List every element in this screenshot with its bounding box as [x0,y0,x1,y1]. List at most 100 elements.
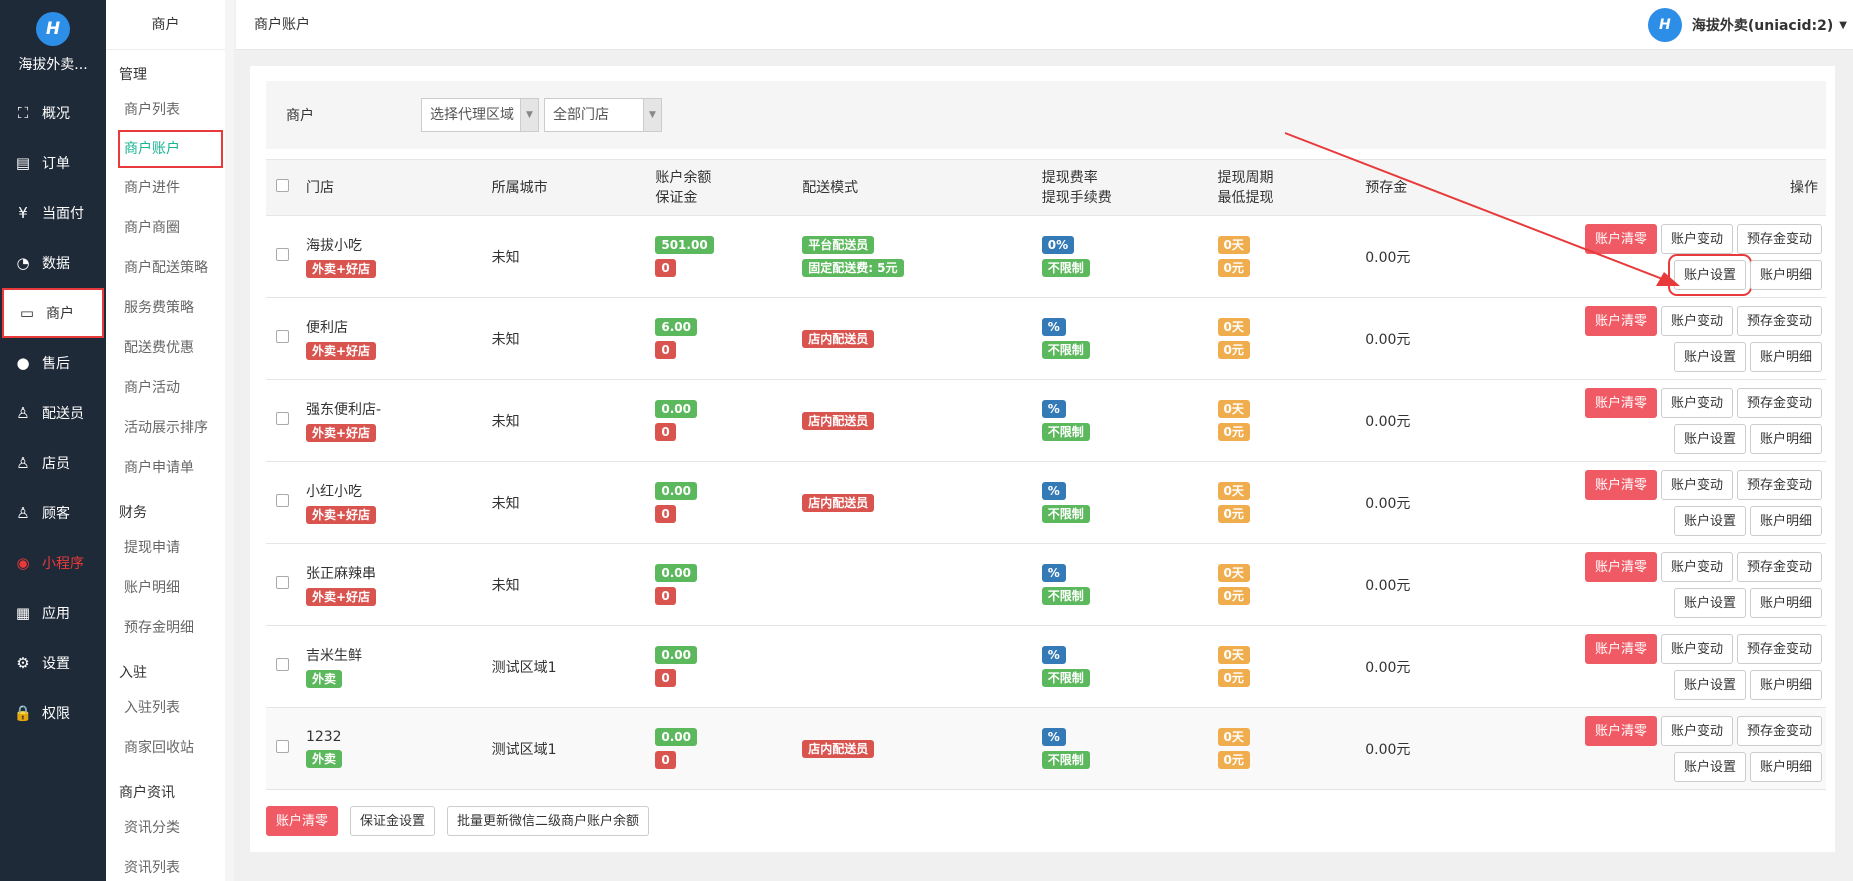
row-checkbox[interactable] [276,248,289,261]
brand[interactable]: H 海拔外卖... [0,0,106,88]
nav-item-customer[interactable]: ♙ 顾客 [0,488,106,538]
account-detail-button[interactable]: 账户明细 [1749,751,1822,782]
account-detail-button[interactable]: 账户明细 [1749,259,1822,290]
account-settings-button[interactable]: 账户设置 [1673,587,1746,618]
row-checkbox[interactable] [276,740,289,753]
subnav-item[interactable]: 商户进件 [106,168,225,208]
prestore-change-button[interactable]: 预存金变动 [1736,469,1822,500]
account-change-button[interactable]: 账户变动 [1660,223,1733,254]
filter-label: 商户 [286,108,314,124]
row-checkbox[interactable] [276,494,289,507]
account-clear-button[interactable]: 账户清零 [1584,305,1657,336]
account-change-button[interactable]: 账户变动 [1660,469,1733,500]
subnav-item[interactable]: 预存金明细 [106,608,225,648]
subnav-item[interactable]: 商户账户 [118,130,223,168]
subnav-item[interactable]: 商家回收站 [106,728,225,768]
store-name: 海拔小吃 [305,238,362,254]
subnav-item[interactable]: 资讯分类 [106,808,225,848]
account-settings-button[interactable]: 账户设置 [1673,423,1746,454]
nav-item-aftersale[interactable]: ● 售后 [0,338,106,388]
subnav-item[interactable]: 商户活动 [106,368,225,408]
subnav-item[interactable]: 商户列表 [106,90,225,130]
nav-item-courier[interactable]: ♙ 配送员 [0,388,106,438]
area-select[interactable]: 选择代理区域 ▼ [421,98,539,132]
subnav-item[interactable]: 提现申请 [106,528,225,568]
account-change-button[interactable]: 账户变动 [1660,715,1733,746]
fee-rate-badge: % [1041,482,1066,500]
row-checkbox[interactable] [276,412,289,425]
store-name: 强东便利店- [305,402,382,418]
account-settings-button[interactable]: 账户设置 [1673,669,1746,700]
brand-name: 海拔外卖... [18,57,88,73]
subnav-item[interactable]: 配送费优惠 [106,328,225,368]
account-clear-button[interactable]: 账户清零 [1584,551,1657,582]
account-detail-button[interactable]: 账户明细 [1749,505,1822,536]
nav-item-settings[interactable]: ⚙ 设置 [0,638,106,688]
nav-item-apps[interactable]: ▦ 应用 [0,588,106,638]
subnav-item[interactable]: 账户明细 [106,568,225,608]
account-clear-button[interactable]: 账户清零 [1584,223,1657,254]
account-clear-button[interactable]: 账户清零 [1584,715,1657,746]
aftersale-icon: ● [16,354,30,372]
nav-item-clerk[interactable]: ♙ 店员 [0,438,106,488]
store-tag-badge: 外卖 [305,670,342,688]
account-change-button[interactable]: 账户变动 [1660,633,1733,664]
account-clear-button[interactable]: 账户清零 [1584,387,1657,418]
prestore-change-button[interactable]: 预存金变动 [1736,223,1822,254]
row-checkbox[interactable] [276,330,289,343]
prestore-change-button[interactable]: 预存金变动 [1736,305,1822,336]
account-settings-button[interactable]: 账户设置 [1667,253,1752,296]
prestore-change-button[interactable]: 预存金变动 [1736,551,1822,582]
subnav-item[interactable]: 商户申请单 [106,448,225,488]
user-menu[interactable]: H 海拔外卖(uniacid:2) ▼ [1647,8,1847,42]
subnav-item[interactable]: 活动展示排序 [106,408,225,448]
subnav-item[interactable]: 入驻列表 [106,688,225,728]
subnav-scrollbar[interactable] [225,0,234,881]
col-delivery: 配送模式 [802,179,859,196]
account-clear-button[interactable]: 账户清零 [1584,469,1657,500]
deposit-badge: 0 [655,423,676,441]
prestore-change-button[interactable]: 预存金变动 [1736,715,1822,746]
select-all-checkbox[interactable] [276,178,289,192]
subnav-item[interactable]: 商户配送策略 [106,248,225,288]
nav-item-miniprogram[interactable]: ◉ 小程序 [0,538,106,588]
subnav-item[interactable]: 商户商圈 [106,208,225,248]
nav-item-lock[interactable]: 🔒 权限 [0,688,106,738]
account-settings-button[interactable]: 账户设置 [1673,505,1746,536]
fee-badge: 不限制 [1041,423,1090,441]
account-change-button[interactable]: 账户变动 [1660,551,1733,582]
store-select[interactable]: 全部门店 ▼ [544,98,662,132]
account-change-button[interactable]: 账户变动 [1660,387,1733,418]
prestore-change-button[interactable]: 预存金变动 [1736,387,1822,418]
nav-item-order[interactable]: ▤ 订单 [0,138,106,188]
bulk-clear-button[interactable]: 账户清零 [266,806,339,836]
account-detail-button[interactable]: 账户明细 [1749,587,1822,618]
prestore-value: 0.00元 [1365,577,1411,594]
row-checkbox[interactable] [276,576,289,589]
account-detail-button[interactable]: 账户明细 [1749,341,1822,372]
prestore-change-button[interactable]: 预存金变动 [1736,633,1822,664]
nav-item-overview[interactable]: ⛶ 概况 [0,88,106,138]
nav-item-chart[interactable]: ◔ 数据 [0,238,106,288]
subnav-item[interactable]: 资讯列表 [106,848,225,881]
nav-item-yen[interactable]: ¥ 当面付 [0,188,106,238]
store-tag-badge: 外卖+好店 [305,342,377,360]
subnav-group-title: 财务 [119,505,147,521]
nav-item-store[interactable]: ▭ 商户 [2,288,104,338]
account-clear-button[interactable]: 账户清零 [1584,633,1657,664]
account-settings-button[interactable]: 账户设置 [1673,751,1746,782]
city: 测试区域1 [491,659,557,676]
account-settings-button[interactable]: 账户设置 [1673,341,1746,372]
batch-update-button[interactable]: 批量更新微信二级商户账户余额 [447,806,650,836]
delivery-badge: 平台配送员 [802,236,875,254]
account-detail-button[interactable]: 账户明细 [1749,423,1822,454]
account-change-button[interactable]: 账户变动 [1660,305,1733,336]
balance-badge: 0.00 [655,482,697,500]
row-checkbox[interactable] [276,658,289,671]
subnav-item[interactable]: 服务费策略 [106,288,225,328]
balance-badge: 6.00 [655,318,697,336]
deposit-settings-button[interactable]: 保证金设置 [350,806,436,836]
nav-label: 顾客 [42,506,70,522]
account-detail-button[interactable]: 账户明细 [1749,669,1822,700]
min-withdraw-badge: 0元 [1217,505,1250,523]
